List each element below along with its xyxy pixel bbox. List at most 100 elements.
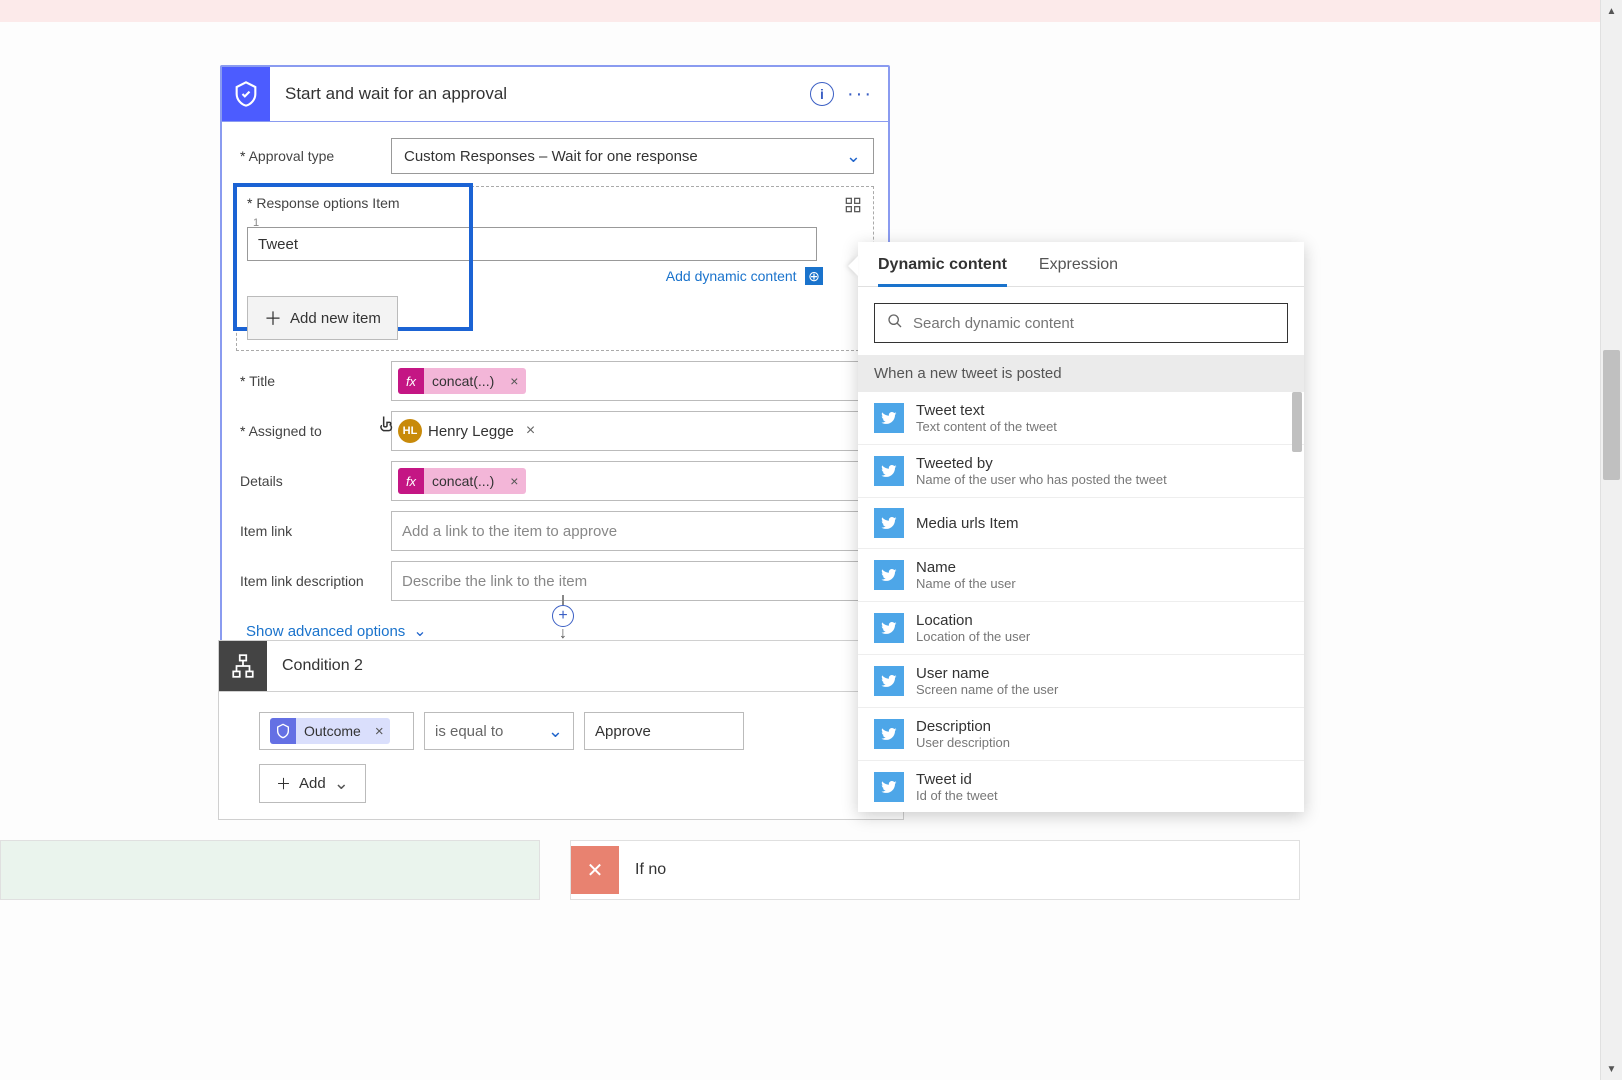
fx-expression-pill[interactable]: fx concat(...) ×: [398, 468, 526, 494]
chevron-down-icon: ⌄: [413, 621, 426, 641]
chevron-down-icon: ⌄: [846, 146, 861, 167]
approval-type-label: * Approval type: [236, 148, 391, 164]
response-options-box: * Response options Item 1 Add dynamic co…: [236, 186, 874, 351]
info-icon[interactable]: i: [810, 82, 834, 106]
plus-icon: ＋: [276, 773, 291, 794]
item-desc: Name of the user who has posted the twee…: [916, 472, 1167, 487]
remove-pill-icon[interactable]: ×: [502, 373, 526, 389]
panel-beak: [848, 256, 858, 276]
tab-expression[interactable]: Expression: [1039, 256, 1118, 286]
notification-banner: [0, 0, 1600, 22]
tab-dynamic-content[interactable]: Dynamic content: [878, 256, 1007, 287]
remove-pill-icon[interactable]: ×: [502, 473, 526, 489]
search-box[interactable]: [874, 303, 1288, 343]
item-desc: User description: [916, 735, 1010, 750]
item-title: Location: [916, 612, 1030, 629]
search-input[interactable]: [913, 315, 1275, 332]
title-label: * Title: [236, 373, 391, 389]
card-title: Start and wait for an approval: [270, 84, 810, 104]
item-link-desc-input[interactable]: [391, 561, 874, 601]
more-menu-icon[interactable]: ···: [848, 82, 872, 106]
twitter-icon: [874, 560, 904, 590]
if-yes-branch[interactable]: [0, 840, 540, 900]
user-pill[interactable]: HL Henry Legge ×: [398, 416, 543, 446]
avatar: HL: [398, 419, 422, 443]
flow-connector: + ↓: [548, 595, 578, 645]
item-title: Tweet id: [916, 771, 998, 788]
title-field[interactable]: fx concat(...) ×: [391, 361, 874, 401]
add-step-button[interactable]: +: [552, 605, 574, 627]
switch-array-icon[interactable]: [843, 195, 863, 215]
item-title: Description: [916, 718, 1010, 735]
dynamic-content-panel: Dynamic content Expression When a new tw…: [858, 242, 1304, 812]
response-options-label: * Response options Item: [247, 195, 863, 211]
condition-value-1[interactable]: Outcome ×: [259, 712, 414, 750]
condition-icon: [219, 641, 267, 691]
dynamic-content-item[interactable]: LocationLocation of the user: [858, 602, 1304, 655]
panel-scrollbar[interactable]: [1292, 392, 1302, 812]
item-link-label: Item link: [236, 523, 391, 539]
item-link-desc-label: Item link description: [236, 573, 391, 589]
if-no-branch[interactable]: ✕ If no: [570, 840, 1300, 900]
search-icon: [887, 313, 903, 334]
item-desc: Name of the user: [916, 576, 1016, 591]
assigned-to-field[interactable]: HL Henry Legge ×: [391, 411, 874, 451]
add-dynamic-badge-icon[interactable]: ⊕: [805, 267, 823, 285]
card-header[interactable]: Start and wait for an approval i ···: [222, 67, 888, 122]
scroll-thumb[interactable]: [1603, 350, 1620, 480]
outcome-pill[interactable]: Outcome ×: [270, 718, 390, 744]
approval-icon: [222, 67, 270, 121]
item-title: Name: [916, 559, 1016, 576]
dynamic-content-item[interactable]: DescriptionUser description: [858, 708, 1304, 761]
section-header: When a new tweet is posted: [858, 355, 1304, 392]
twitter-icon: [874, 666, 904, 696]
item-desc: Location of the user: [916, 629, 1030, 644]
twitter-icon: [874, 772, 904, 802]
dynamic-content-item[interactable]: Tweet textText content of the tweet: [858, 392, 1304, 445]
item-desc: Id of the tweet: [916, 788, 998, 803]
condition-operator-select[interactable]: is equal to ⌄: [424, 712, 574, 750]
assigned-to-label: * Assigned to: [236, 423, 391, 439]
add-new-item-button[interactable]: ＋ Add new item: [247, 296, 398, 340]
add-condition-button[interactable]: ＋ Add ⌄: [259, 764, 366, 803]
twitter-icon: [874, 403, 904, 433]
scroll-down-arrow[interactable]: ▼: [1601, 1058, 1622, 1080]
twitter-icon: [874, 719, 904, 749]
dynamic-content-item[interactable]: Tweeted byName of the user who has poste…: [858, 445, 1304, 498]
details-field[interactable]: fx concat(...) ×: [391, 461, 874, 501]
condition-title: Condition 2: [267, 657, 903, 675]
vertical-scrollbar[interactable]: ▲ ▼: [1600, 0, 1622, 1080]
outcome-icon: [270, 718, 296, 744]
remove-pill-icon[interactable]: ×: [369, 723, 390, 740]
response-option-input[interactable]: [247, 227, 817, 261]
fx-icon: fx: [398, 468, 424, 494]
condition-header[interactable]: Condition 2: [219, 641, 903, 692]
remove-user-icon[interactable]: ×: [520, 422, 535, 440]
dynamic-content-item[interactable]: User nameScreen name of the user: [858, 655, 1304, 708]
twitter-icon: [874, 613, 904, 643]
scroll-thumb[interactable]: [1292, 392, 1302, 452]
condition-card: Condition 2 Outcome × is equal to ⌄ Appr…: [218, 640, 904, 820]
item-title: User name: [916, 665, 1058, 682]
item-desc: Text content of the tweet: [916, 419, 1057, 434]
dynamic-content-list: Tweet textText content of the tweetTweet…: [858, 392, 1304, 812]
item-title: Tweet text: [916, 402, 1057, 419]
twitter-icon: [874, 456, 904, 486]
condition-value-2[interactable]: Approve: [584, 712, 744, 750]
approval-action-card: Start and wait for an approval i ··· * A…: [220, 65, 890, 665]
add-dynamic-content-link[interactable]: Add dynamic content: [666, 268, 797, 284]
scroll-up-arrow[interactable]: ▲: [1601, 0, 1622, 22]
fx-icon: fx: [398, 368, 424, 394]
dynamic-content-item[interactable]: Media urls Item: [858, 498, 1304, 549]
twitter-icon: [874, 508, 904, 538]
item-link-input[interactable]: [391, 511, 874, 551]
close-icon: ✕: [571, 846, 619, 894]
if-no-label: If no: [619, 861, 666, 879]
dynamic-content-item[interactable]: NameName of the user: [858, 549, 1304, 602]
chevron-down-icon: ⌄: [548, 721, 563, 742]
dynamic-content-item[interactable]: Tweet idId of the tweet: [858, 761, 1304, 812]
details-label: Details: [236, 473, 391, 489]
plus-icon: ＋: [264, 305, 282, 331]
fx-expression-pill[interactable]: fx concat(...) ×: [398, 368, 526, 394]
approval-type-select[interactable]: Custom Responses – Wait for one response…: [391, 138, 874, 174]
